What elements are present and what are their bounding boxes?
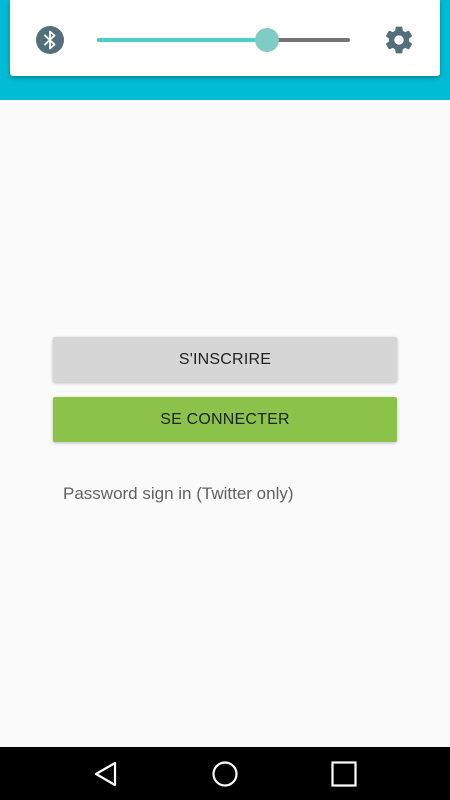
home-button[interactable]: [190, 747, 260, 800]
login-button[interactable]: SE CONNECTER: [53, 397, 397, 442]
recent-apps-button[interactable]: [309, 747, 379, 800]
signup-button[interactable]: S'INSCRIRE: [53, 337, 397, 382]
back-icon: [94, 761, 117, 786]
brightness-slider[interactable]: [97, 24, 350, 56]
gear-icon[interactable]: [383, 24, 415, 56]
back-button[interactable]: [71, 747, 141, 800]
slider-thumb[interactable]: [254, 28, 279, 52]
password-sign-in-link[interactable]: Password sign in (Twitter only): [63, 484, 294, 504]
navigation-bar: [0, 747, 450, 800]
recent-apps-icon: [331, 760, 357, 787]
home-icon: [212, 760, 238, 787]
slider-fill: [97, 38, 267, 42]
quick-settings-panel: [10, 0, 440, 76]
bluetooth-icon[interactable]: [35, 25, 65, 55]
